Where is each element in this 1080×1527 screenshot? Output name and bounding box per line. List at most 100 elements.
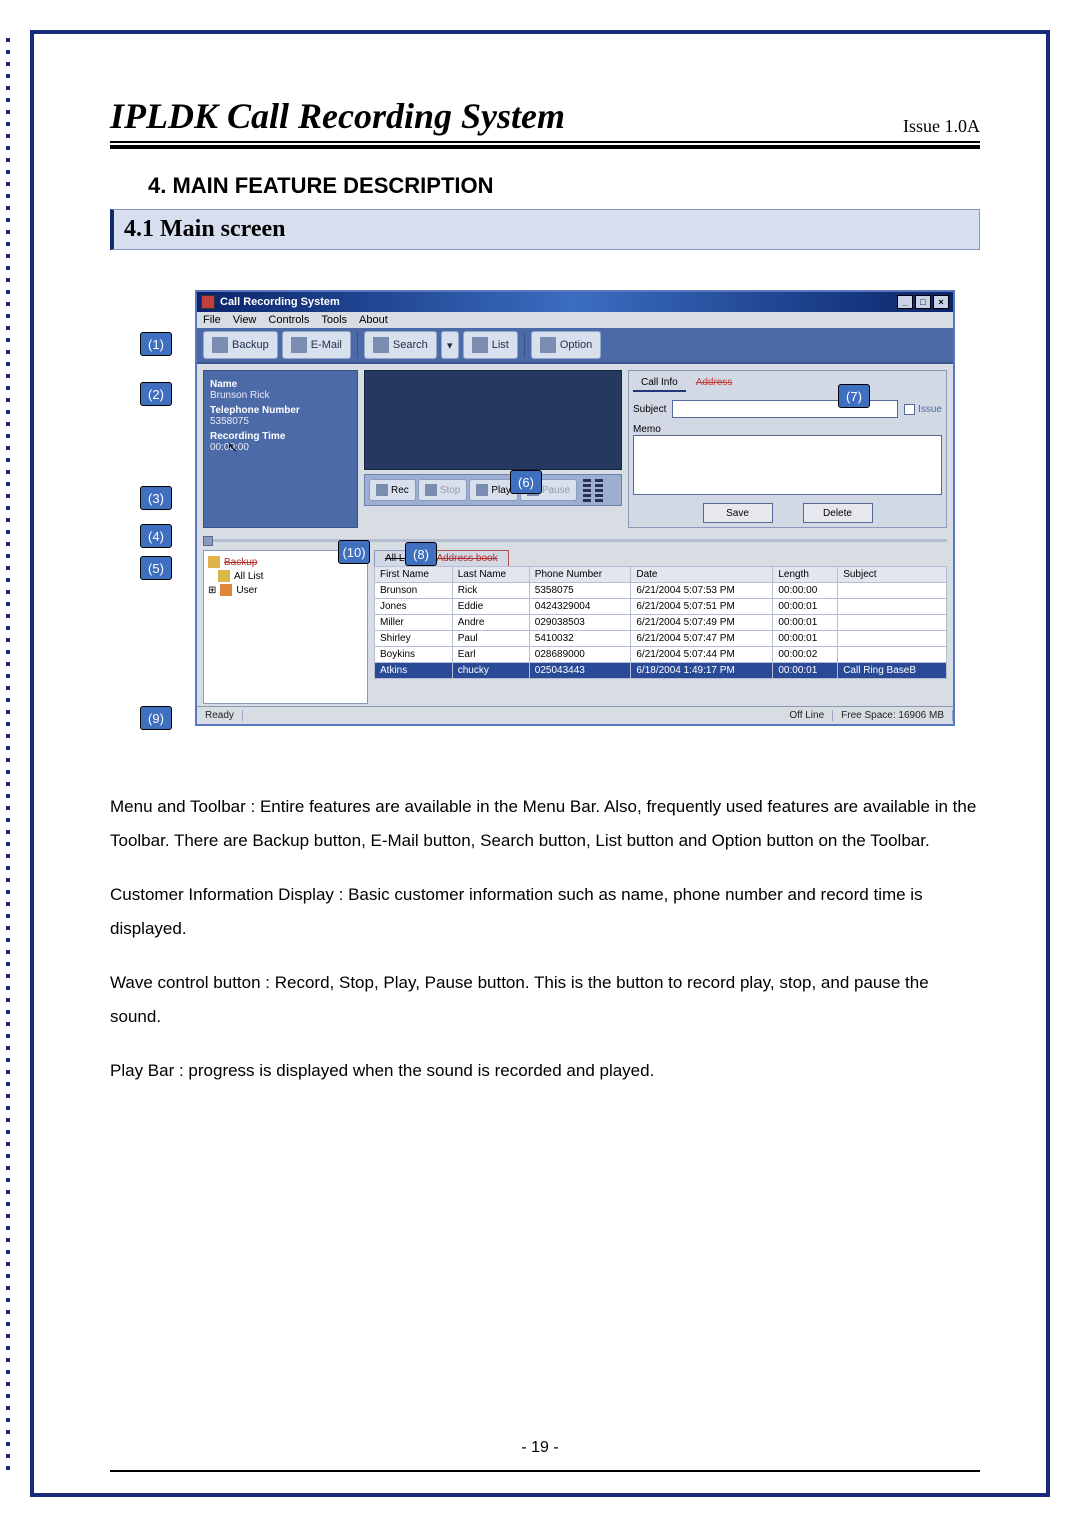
close-button[interactable]: × xyxy=(933,295,949,309)
tree-user[interactable]: ⊞User xyxy=(208,583,363,597)
paragraph-4: Play Bar : progress is displayed when th… xyxy=(110,1054,980,1088)
window-title: Call Recording System xyxy=(220,296,897,308)
cell-length: 00:00:01 xyxy=(773,631,838,647)
cell-last: Paul xyxy=(452,631,529,647)
header-rule xyxy=(110,141,980,149)
cell-date: 6/18/2004 1:49:17 PM xyxy=(631,663,773,679)
cell-date: 6/21/2004 5:07:44 PM xyxy=(631,647,773,663)
cell-date: 6/21/2004 5:07:53 PM xyxy=(631,583,773,599)
window-controls: _ □ × xyxy=(897,295,949,309)
col-phone[interactable]: Phone Number xyxy=(529,567,631,583)
toolbar-search-dropdown[interactable]: ▾ xyxy=(441,331,459,359)
email-icon xyxy=(291,337,307,353)
play-icon xyxy=(476,484,488,496)
col-subject[interactable]: Subject xyxy=(838,567,947,583)
cell-last: Eddie xyxy=(452,599,529,615)
minimize-button[interactable]: _ xyxy=(897,295,913,309)
table-row[interactable]: JonesEddie04243290046/21/2004 5:07:51 PM… xyxy=(375,599,947,615)
cell-subject: Call Ring BaseB xyxy=(838,663,947,679)
cell-first: Shirley xyxy=(375,631,453,647)
records-tbody: BrunsonRick53580756/21/2004 5:07:53 PM00… xyxy=(375,583,947,679)
memo-textarea[interactable] xyxy=(633,435,942,495)
cell-first: Boykins xyxy=(375,647,453,663)
cell-date: 6/21/2004 5:07:47 PM xyxy=(631,631,773,647)
callout-7: (7) xyxy=(838,384,870,408)
menubar: File View Controls Tools About xyxy=(197,312,953,328)
list-panel: All List Address book First Name Last Na… xyxy=(374,550,947,704)
tab-address[interactable]: Address xyxy=(688,375,741,392)
list-tab-addressbook[interactable]: Address book xyxy=(425,550,508,566)
cell-first: Miller xyxy=(375,615,453,631)
cell-phone: 5358075 xyxy=(529,583,631,599)
cell-length: 00:00:00 xyxy=(773,583,838,599)
cell-phone: 025043443 xyxy=(529,663,631,679)
maximize-button[interactable]: □ xyxy=(915,295,931,309)
toolbar-list-button[interactable]: List xyxy=(463,331,518,359)
save-button[interactable]: Save xyxy=(703,503,773,523)
rec-button[interactable]: Rec xyxy=(369,479,416,501)
toolbar-search-label: Search xyxy=(393,339,428,351)
menu-file[interactable]: File xyxy=(203,314,221,326)
table-row[interactable]: ShirleyPaul54100326/21/2004 5:07:47 PM00… xyxy=(375,631,947,647)
toolbar-option-button[interactable]: Option xyxy=(531,331,601,359)
list-icon xyxy=(472,337,488,353)
play-bar[interactable] xyxy=(203,532,947,548)
cell-last: chucky xyxy=(452,663,529,679)
col-last[interactable]: Last Name xyxy=(452,567,529,583)
cell-last: Andre xyxy=(452,615,529,631)
subsection-heading: 4.1 Main screen xyxy=(110,209,980,250)
menu-controls[interactable]: Controls xyxy=(268,314,309,326)
issue-checkbox[interactable]: Issue xyxy=(904,404,942,415)
cell-length: 00:00:02 xyxy=(773,647,838,663)
playbar-thumb[interactable] xyxy=(203,536,213,546)
app-icon xyxy=(201,295,215,309)
tab-call-info[interactable]: Call Info xyxy=(633,375,686,392)
toolbar-search-button[interactable]: Search xyxy=(364,331,437,359)
table-row[interactable]: BrunsonRick53580756/21/2004 5:07:53 PM00… xyxy=(375,583,947,599)
cell-length: 00:00:01 xyxy=(773,599,838,615)
tree-backup-label: Backup xyxy=(224,557,257,568)
col-length[interactable]: Length xyxy=(773,567,838,583)
wave-panel: Rec Stop Play Pause xyxy=(364,370,622,528)
table-row[interactable]: BoykinsEarl0286890006/21/2004 5:07:44 PM… xyxy=(375,647,947,663)
toolbar-backup-button[interactable]: Backup xyxy=(203,331,278,359)
col-date[interactable]: Date xyxy=(631,567,773,583)
callout-8: (8) xyxy=(405,542,437,566)
toolbar-email-label: E-Mail xyxy=(311,339,342,351)
call-info-panel: Call Info Address Subject Issue Memo Sav… xyxy=(628,370,947,528)
checkbox-icon xyxy=(904,404,915,415)
stop-button[interactable]: Stop xyxy=(418,479,468,501)
playbar-track xyxy=(203,539,947,542)
table-row[interactable]: Atkinschucky0250434436/18/2004 1:49:17 P… xyxy=(375,663,947,679)
delete-button[interactable]: Delete xyxy=(803,503,873,523)
cell-subject xyxy=(838,631,947,647)
cell-phone: 5410032 xyxy=(529,631,631,647)
col-first[interactable]: First Name xyxy=(375,567,453,583)
callout-2: (2) xyxy=(140,382,172,406)
screenshot-figure: (1) (2) (3) (4) (5) (9) (6) (7) (8) (10)… xyxy=(140,290,960,730)
folder-icon xyxy=(208,556,220,568)
menu-tools[interactable]: Tools xyxy=(321,314,347,326)
paragraph-3: Wave control button : Record, Stop, Play… xyxy=(110,966,980,1034)
volume-meter xyxy=(583,479,613,502)
toolbar-email-button[interactable]: E-Mail xyxy=(282,331,351,359)
table-row[interactable]: MillerAndre0290385036/21/2004 5:07:49 PM… xyxy=(375,615,947,631)
menu-about[interactable]: About xyxy=(359,314,388,326)
doc-title: IPLDK Call Recording System xyxy=(110,95,565,137)
tree-all-list[interactable]: All List xyxy=(208,569,363,583)
toolbar-separator xyxy=(524,332,525,358)
wave-control-bar: Rec Stop Play Pause xyxy=(364,474,622,506)
callout-6: (6) xyxy=(510,470,542,494)
toolbar-option-label: Option xyxy=(560,339,592,351)
expand-icon[interactable]: ⊞ xyxy=(208,585,216,596)
cell-subject xyxy=(838,599,947,615)
footer-rule xyxy=(110,1470,980,1472)
toolbar-backup-label: Backup xyxy=(232,339,269,351)
memo-label: Memo xyxy=(633,424,942,435)
callout-3: (3) xyxy=(140,486,172,510)
tree-all-list-label: All List xyxy=(234,571,263,582)
callout-1: (1) xyxy=(140,332,172,356)
callout-5: (5) xyxy=(140,556,172,580)
status-freespace: Free Space: 16906 MB xyxy=(833,710,953,721)
menu-view[interactable]: View xyxy=(233,314,257,326)
